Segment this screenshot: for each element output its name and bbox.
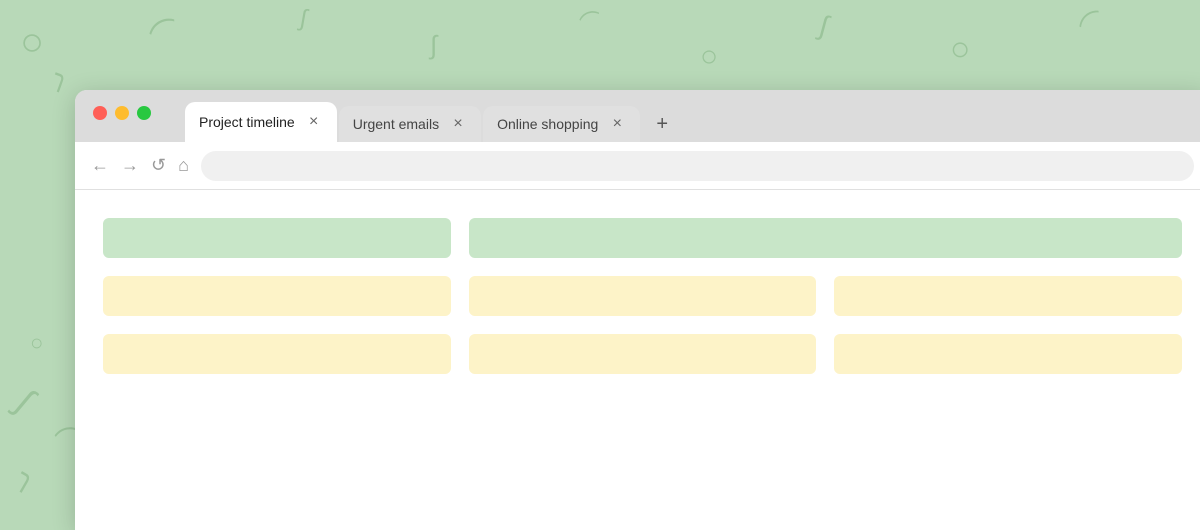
reload-button[interactable]: ↺ [151,155,166,176]
content-block-yellow-6 [834,334,1182,374]
tab-urgent-emails[interactable]: Urgent emails × [339,106,481,142]
toolbar: ← → ↺ ⌂ [75,142,1200,190]
tab-online-shopping[interactable]: Online shopping × [483,106,640,142]
content-block-yellow-3 [834,276,1182,316]
tab-close-urgent-emails[interactable]: × [449,115,467,133]
content-area [75,190,1200,530]
home-button[interactable]: ⌂ [178,155,189,176]
content-block-yellow-2 [469,276,817,316]
browser-window: Project timeline × Urgent emails × Onlin… [75,90,1200,530]
forward-button[interactable]: → [121,155,139,176]
content-block-green-large [469,218,1182,258]
add-tab-button[interactable]: + [644,106,680,142]
traffic-lights [93,106,151,120]
content-block-yellow-1 [103,276,451,316]
content-block-yellow-4 [103,334,451,374]
traffic-light-green[interactable] [137,106,151,120]
tab-close-project-timeline[interactable]: × [305,113,323,131]
tab-bar: Project timeline × Urgent emails × Onlin… [75,90,1200,142]
content-block-green-small [103,218,451,258]
back-button[interactable]: ← [91,155,109,176]
tab-project-timeline[interactable]: Project timeline × [185,102,337,142]
traffic-light-red[interactable] [93,106,107,120]
address-bar[interactable] [201,151,1194,181]
traffic-light-yellow[interactable] [115,106,129,120]
tab-close-online-shopping[interactable]: × [608,115,626,133]
content-block-yellow-5 [469,334,817,374]
